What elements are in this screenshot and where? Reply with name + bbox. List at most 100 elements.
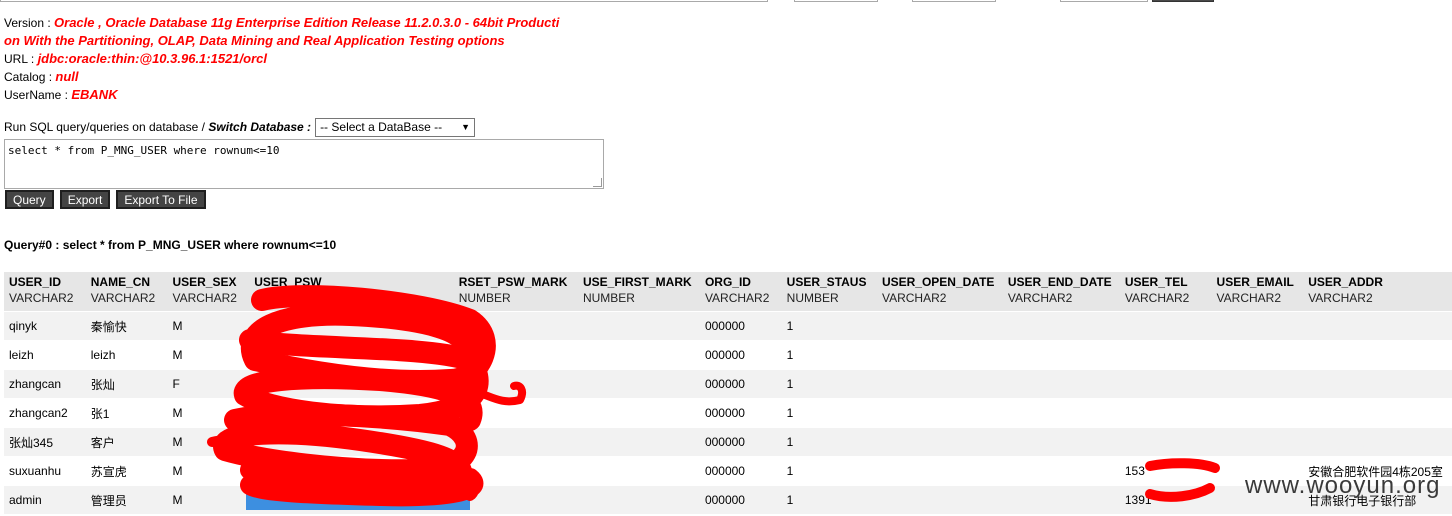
column-name: USER_END_DATE (1007, 275, 1112, 289)
table-cell (577, 456, 700, 486)
table-cell (1303, 311, 1452, 341)
table-cell: 1 (781, 340, 877, 370)
column-name: USER_EMAIL (1216, 275, 1294, 289)
top-input[interactable] (0, 0, 768, 2)
table-cell: 张灿 (85, 369, 168, 399)
database-select[interactable]: -- Select a DataBase -- ▼ (315, 117, 476, 137)
username-line: UserName : EBANK (4, 86, 559, 104)
table-cell (577, 311, 700, 341)
column-type: VARCHAR2 (881, 291, 947, 305)
resize-handle-icon[interactable] (593, 178, 602, 187)
table-header-row: USER_ID VARCHAR2 NAME_CN VARCHAR2 USER_SEX VA… (4, 272, 1452, 312)
table-cell: F (167, 369, 250, 399)
table-cell: 000000 (699, 456, 782, 486)
table-cell (577, 340, 700, 370)
table-cell (876, 427, 1003, 457)
table-cell (453, 369, 578, 399)
table-cell: M (167, 427, 250, 457)
table-cell (577, 398, 700, 428)
table-cell (1303, 427, 1452, 457)
action-buttons: Query Export Export To File (5, 190, 206, 209)
table-cell (453, 485, 578, 514)
table-cell (1303, 340, 1452, 370)
table-row: 张灿345 客户 M 000000 1 (4, 427, 1452, 457)
table-cell: zhangcan (4, 369, 86, 399)
table-cell (1303, 398, 1452, 428)
export-to-file-button[interactable]: Export To File (116, 190, 206, 209)
top-input[interactable] (1060, 0, 1148, 2)
column-header: USER_END_DATE VARCHAR2 (1002, 272, 1120, 312)
table-cell: 1 (781, 427, 877, 457)
table-cell (453, 311, 578, 341)
table-cell (876, 311, 1003, 341)
table-cell (876, 485, 1003, 514)
top-input[interactable] (794, 0, 878, 2)
table-cell (876, 369, 1003, 399)
table-cell (577, 369, 700, 399)
table-cell: M (167, 485, 250, 514)
column-header: USE_FIRST_MARK NUMBER (577, 272, 700, 312)
table-cell (1002, 340, 1120, 370)
table-cell (1119, 340, 1212, 370)
top-input[interactable] (912, 0, 996, 2)
table-cell: 000000 (699, 398, 782, 428)
table-row: qinyk 秦愉快 M 000000 1 (4, 311, 1452, 341)
column-name: USE_FIRST_MARK (582, 275, 692, 289)
table-cell (1211, 398, 1304, 428)
table-cell (249, 427, 454, 457)
url-value: jdbc:oracle:thin:@10.3.96.1:1521/orcl (37, 51, 267, 66)
query-button[interactable]: Query (5, 190, 54, 209)
table-cell (1119, 398, 1212, 428)
table-cell: leizh (4, 340, 86, 370)
column-type: NUMBER (458, 291, 511, 305)
column-name: USER_ID (9, 275, 62, 289)
table-cell: 苏宣虎 (85, 456, 168, 486)
table-cell (1002, 398, 1120, 428)
column-name: NAME_CN (90, 275, 151, 289)
table-cell (876, 340, 1003, 370)
column-header: USER_OPEN_DATE VARCHAR2 (876, 272, 1003, 312)
table-cell: 1 (781, 369, 877, 399)
column-name: ORG_ID (704, 275, 751, 289)
table-cell: 秦愉快 (85, 311, 168, 341)
table-cell: 1 (781, 485, 877, 514)
column-type: VARCHAR2 (9, 291, 74, 305)
export-button[interactable]: Export (59, 190, 111, 209)
sql-query-text: select * from P_MNG_USER where rownum<=1… (8, 144, 280, 157)
column-header: ORG_ID VARCHAR2 (699, 272, 782, 312)
table-cell: 000000 (699, 427, 782, 457)
table-cell (249, 369, 454, 399)
column-name: RSET_PSW_MARK (458, 275, 568, 289)
column-name: USER_STAUS (786, 275, 867, 289)
sql-query-textarea[interactable]: select * from P_MNG_USER where rownum<=1… (4, 139, 604, 189)
column-header: NAME_CN VARCHAR2 (85, 272, 168, 312)
table-cell (1119, 427, 1212, 457)
column-header: USER_ID VARCHAR2 (4, 272, 86, 312)
run-sql-row: Run SQL query/queries on database / Swit… (4, 117, 476, 137)
column-type: VARCHAR2 (172, 291, 237, 305)
table-cell: 153 (1119, 456, 1212, 486)
table-cell: zhangcan2 (4, 398, 86, 428)
column-type: VARCHAR2 (1308, 291, 1373, 305)
column-type: VARCHAR2 (1007, 291, 1073, 305)
username-label: UserName : (4, 88, 72, 102)
run-label: Run SQL query/queries on database / Swit… (4, 120, 311, 134)
column-header: USER_PSW VARCHAR2 (249, 272, 454, 312)
column-name: USER_OPEN_DATE (881, 275, 995, 289)
table-row: admin 管理员 M 000000 1 1391 甘肃银行电子银行部 (4, 485, 1452, 514)
column-header: USER_ADDR VARCHAR2 (1303, 272, 1452, 312)
table-cell: leizh (85, 340, 168, 370)
column-type: VARCHAR2 (1124, 291, 1190, 305)
table-cell: M (167, 456, 250, 486)
top-button[interactable] (1152, 0, 1214, 2)
table-cell (453, 456, 578, 486)
catalog-value: null (55, 69, 79, 84)
table-cell (1002, 485, 1120, 514)
chevron-down-icon: ▼ (461, 122, 471, 132)
table-cell: 000000 (699, 340, 782, 370)
table-cell (453, 398, 578, 428)
table-cell (876, 398, 1003, 428)
table-cell (249, 456, 454, 486)
table-cell: 1 (781, 398, 877, 428)
watermark-text: www.wooyun.org (1245, 472, 1441, 499)
